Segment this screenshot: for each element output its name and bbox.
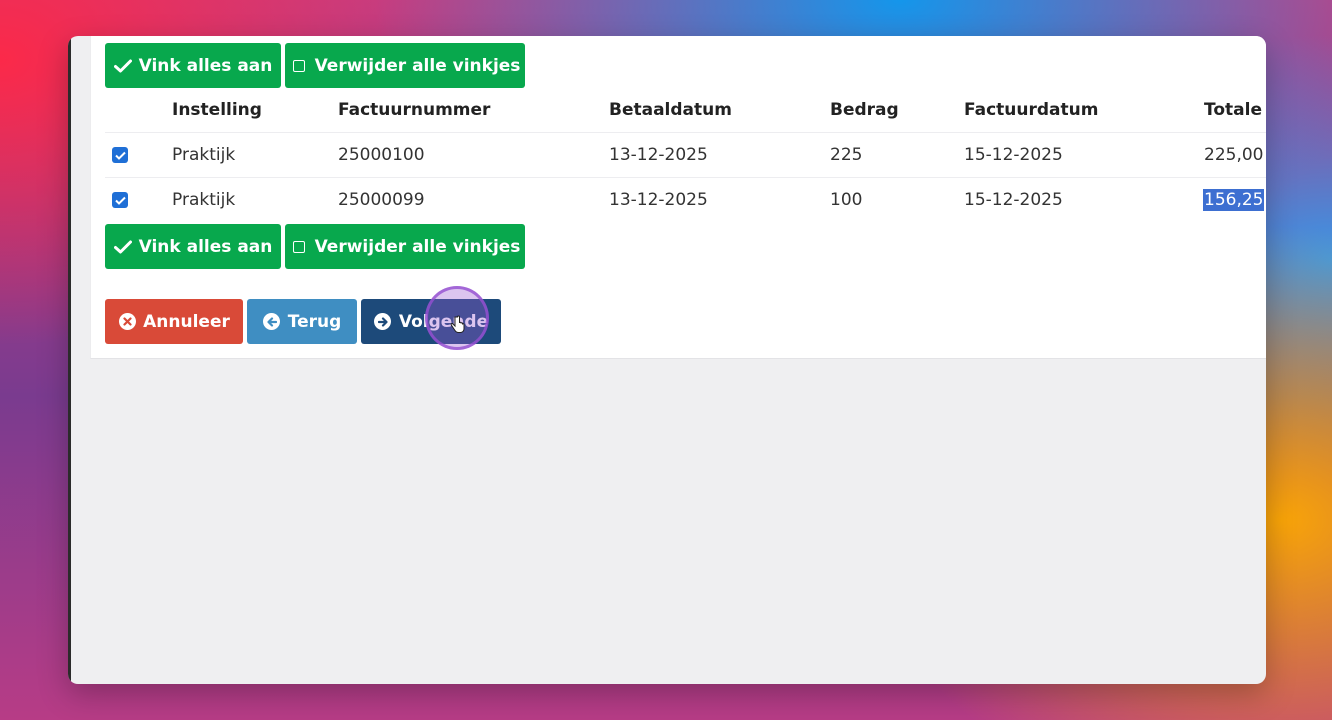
row-checkbox[interactable] — [112, 147, 128, 163]
cell-instelling: Praktijk — [172, 145, 236, 165]
cell-totaal: 225,00 — [1204, 145, 1264, 165]
check-icon — [113, 57, 132, 75]
header-totale: Totale fa — [1204, 100, 1266, 120]
check-all-button-top[interactable]: Vink alles aan — [105, 43, 281, 88]
click-highlight — [425, 286, 489, 350]
cell-betaaldatum: 13-12-2025 — [609, 145, 708, 165]
cancel-button[interactable]: Annuleer — [105, 299, 243, 344]
divider — [105, 177, 1266, 178]
cancel-label: Annuleer — [143, 311, 230, 332]
cell-bedrag: 225 — [830, 145, 863, 165]
browser-window: Vink alles aan Verwijder alle vinkjes In… — [68, 36, 1266, 684]
header-instelling: Instelling — [172, 100, 262, 120]
cell-factuurdatum: 15-12-2025 — [964, 145, 1063, 165]
header-factuurnummer: Factuurnummer — [338, 100, 491, 120]
check-all-label: Vink alles aan — [138, 236, 273, 257]
check-all-label: Vink alles aan — [138, 55, 273, 76]
cell-bedrag: 100 — [830, 190, 863, 210]
cell-betaaldatum: 13-12-2025 — [609, 190, 708, 210]
row-checkbox[interactable] — [112, 192, 128, 208]
cell-totaal-selected: 156,25 — [1203, 189, 1265, 211]
arrow-right-circle-icon — [374, 313, 392, 331]
back-label: Terug — [287, 311, 342, 332]
cell-factuurdatum: 15-12-2025 — [964, 190, 1063, 210]
x-circle-icon — [118, 313, 136, 331]
square-icon — [290, 57, 308, 75]
divider — [105, 132, 1266, 133]
content-panel: Vink alles aan Verwijder alle vinkjes In… — [90, 36, 1266, 359]
cell-instelling: Praktijk — [172, 190, 236, 210]
check-all-button-bottom[interactable]: Vink alles aan — [105, 224, 281, 269]
check-icon — [113, 238, 132, 256]
header-betaaldatum: Betaaldatum — [609, 100, 732, 120]
cell-factuurnummer: 25000099 — [338, 190, 425, 210]
cell-factuurnummer: 25000100 — [338, 145, 425, 165]
hand-cursor-icon — [450, 315, 465, 333]
uncheck-all-button-top[interactable]: Verwijder alle vinkjes — [285, 43, 525, 88]
uncheck-all-button-bottom[interactable]: Verwijder alle vinkjes — [285, 224, 525, 269]
uncheck-all-label: Verwijder alle vinkjes — [314, 55, 521, 76]
uncheck-all-label: Verwijder alle vinkjes — [314, 236, 521, 257]
arrow-left-circle-icon — [263, 313, 281, 331]
back-button[interactable]: Terug — [247, 299, 357, 344]
header-bedrag: Bedrag — [830, 100, 899, 120]
square-icon — [290, 238, 308, 256]
header-factuurdatum: Factuurdatum — [964, 100, 1099, 120]
